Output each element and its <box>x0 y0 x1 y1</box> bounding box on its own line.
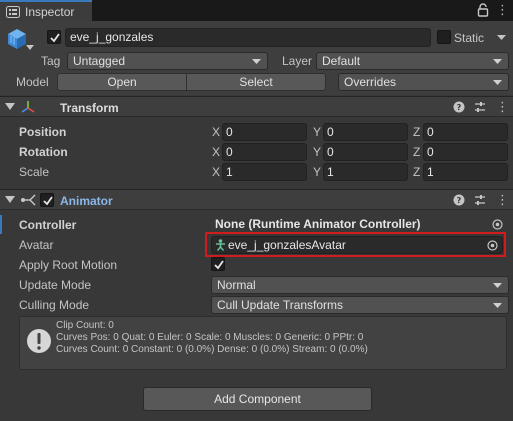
avatar-highlight-box <box>205 232 506 257</box>
tab-bar: Inspector ⋮ <box>0 0 513 21</box>
layer-dropdown[interactable]: Default <box>316 52 509 70</box>
static-checkbox[interactable] <box>437 30 451 44</box>
rotation-y-label: Y <box>313 145 322 159</box>
help-icon[interactable]: ? <box>453 101 465 113</box>
scale-z-field[interactable]: 1 <box>423 163 508 181</box>
update-mode-value: Normal <box>217 278 256 292</box>
chevron-down-icon <box>493 80 502 85</box>
info-line-clip-count: Clip Count: 0 <box>56 320 114 331</box>
foldout-expanded-icon[interactable] <box>5 103 15 111</box>
info-exclamation-icon <box>27 329 51 353</box>
culling-mode-value: Cull Update Transforms <box>217 298 344 312</box>
culling-mode-dropdown[interactable]: Cull Update Transforms <box>211 296 509 314</box>
animator-header[interactable]: Animator ? ⋮ <box>0 189 513 210</box>
scale-z-label: Z <box>413 165 421 179</box>
chevron-down-icon <box>493 283 502 288</box>
lock-icon[interactable] <box>476 3 490 17</box>
model-label: Model <box>16 75 49 89</box>
controller-label: Controller <box>19 218 77 232</box>
overrides-label: Overrides <box>344 75 397 89</box>
more-options-icon[interactable]: ⋮ <box>496 2 509 18</box>
position-y-label: Y <box>313 125 322 139</box>
update-mode-dropdown[interactable]: Normal <box>211 276 509 294</box>
more-options-icon[interactable]: ⋮ <box>496 99 509 115</box>
open-button[interactable]: Open <box>57 73 187 91</box>
scale-x-field[interactable]: 1 <box>222 163 307 181</box>
animator-icon <box>21 194 36 206</box>
position-z-field[interactable]: 0 <box>423 123 508 141</box>
animator-info-box: Clip Count: 0 Curves Pos: 0 Quat: 0 Eule… <box>19 316 507 370</box>
transform-header[interactable]: Transform ? ⋮ <box>0 96 513 117</box>
update-mode-label: Update Mode <box>19 278 92 292</box>
tag-value: Untagged <box>73 54 126 68</box>
apply-root-motion-label: Apply Root Motion <box>19 258 118 272</box>
position-x-label: X <box>212 125 221 139</box>
scale-label: Scale <box>19 165 50 179</box>
rotation-x-label: X <box>212 145 221 159</box>
rotation-x-field[interactable]: 0 <box>222 143 307 161</box>
checkmark-icon <box>43 196 53 206</box>
more-options-icon[interactable]: ⋮ <box>496 192 509 208</box>
foldout-expanded-icon[interactable] <box>5 196 15 204</box>
preset-settings-icon[interactable] <box>474 194 486 206</box>
object-name-field[interactable]: eve_j_gonzales <box>65 28 431 47</box>
tab-title: Inspector <box>25 4 75 19</box>
checkmark-icon <box>50 33 60 43</box>
svg-text:?: ? <box>457 196 462 205</box>
rotation-z-field[interactable]: 0 <box>423 143 508 161</box>
scale-y-label: Y <box>313 165 322 179</box>
rotation-y-field[interactable]: 0 <box>323 143 408 161</box>
checkmark-icon <box>214 260 224 270</box>
animator-title: Animator <box>60 194 113 208</box>
static-label: Static <box>454 31 485 45</box>
layer-value: Default <box>322 54 361 68</box>
transform-axes-icon <box>21 101 35 113</box>
gameobject-cube-icon[interactable] <box>6 27 28 51</box>
animator-enabled-checkbox[interactable] <box>40 193 54 207</box>
overrides-dropdown[interactable]: Overrides <box>338 73 509 91</box>
position-label: Position <box>19 125 67 139</box>
scale-y-field[interactable]: 1 <box>323 163 408 181</box>
active-checkbox[interactable] <box>47 30 61 44</box>
chevron-down-icon <box>493 59 502 64</box>
transform-title: Transform <box>60 101 119 115</box>
svg-text:?: ? <box>457 103 462 112</box>
rotation-label: Rotation <box>19 145 68 159</box>
object-picker-icon[interactable] <box>492 219 503 230</box>
select-button[interactable]: Select <box>186 73 326 91</box>
add-component-button[interactable]: Add Component <box>143 387 372 411</box>
chevron-down-icon <box>252 59 261 64</box>
position-z-label: Z <box>413 125 421 139</box>
tag-label: Tag <box>41 54 61 68</box>
chevron-down-icon <box>493 303 502 308</box>
tab-inspector[interactable]: Inspector <box>0 0 92 21</box>
selection-indicator <box>0 215 2 234</box>
culling-mode-label: Culling Mode <box>19 298 90 312</box>
help-icon[interactable]: ? <box>453 194 465 206</box>
preset-settings-icon[interactable] <box>474 101 486 113</box>
rotation-z-label: Z <box>413 145 421 159</box>
info-line-curves-pos: Curves Pos: 0 Quat: 0 Euler: 0 Scale: 0 … <box>56 332 364 343</box>
static-dropdown-arrow-icon[interactable] <box>497 35 506 41</box>
position-y-field[interactable]: 0 <box>323 123 408 141</box>
layer-label: Layer <box>282 54 313 68</box>
tag-dropdown[interactable]: Untagged <box>67 52 268 70</box>
avatar-label: Avatar <box>19 238 54 252</box>
info-icon <box>6 5 20 18</box>
chevron-down-icon[interactable] <box>26 45 34 51</box>
position-x-field[interactable]: 0 <box>222 123 307 141</box>
controller-value: None (Runtime Animator Controller) <box>215 217 421 231</box>
apply-root-motion-checkbox[interactable] <box>211 257 225 271</box>
info-line-curves-count: Curves Count: 0 Constant: 0 (0.0%) Dense… <box>56 344 368 355</box>
scale-x-label: X <box>212 165 221 179</box>
